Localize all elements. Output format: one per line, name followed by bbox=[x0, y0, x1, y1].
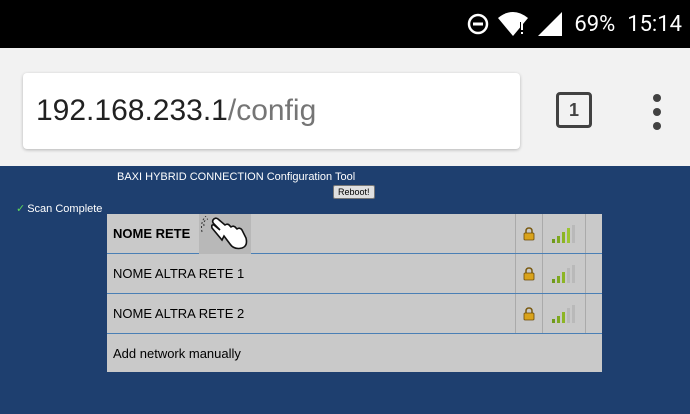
data-saver-icon bbox=[466, 12, 490, 36]
signal-strength-icon bbox=[542, 294, 586, 333]
config-page: BAXI HYBRID CONNECTION Configuration Too… bbox=[0, 166, 690, 414]
more-vert-icon[interactable] bbox=[645, 92, 669, 132]
network-name: NOME ALTRA RETE 2 bbox=[113, 306, 245, 321]
status-bar: 69% 15:14 bbox=[0, 0, 690, 48]
add-network-label: Add network manually bbox=[113, 345, 241, 361]
cell-signal-icon bbox=[536, 10, 564, 38]
scan-status-label: Scan Complete bbox=[27, 203, 103, 215]
hand-pointer-icon bbox=[199, 214, 251, 254]
network-name: NOME ALTRA RETE 1 bbox=[113, 266, 245, 281]
network-name: NOME RETE bbox=[113, 226, 191, 241]
network-row[interactable]: NOME ALTRA RETE 1 bbox=[107, 254, 602, 294]
url-path: /config bbox=[227, 94, 317, 127]
lock-icon bbox=[515, 214, 542, 253]
browser-toolbar: 192.168.233.1/config 1 bbox=[0, 48, 690, 166]
network-row[interactable]: NOME RETE bbox=[107, 214, 602, 254]
add-network-row[interactable]: Add network manually bbox=[107, 334, 602, 372]
page-title: BAXI HYBRID CONNECTION Configuration Too… bbox=[117, 171, 356, 183]
reboot-button[interactable]: Reboot! bbox=[333, 185, 375, 199]
scan-status: ✓ Scan Complete bbox=[16, 202, 102, 215]
url-host: 192.168.233.1 bbox=[36, 94, 228, 127]
status-icons: 69% 15:14 bbox=[466, 0, 682, 48]
wifi-alert-icon bbox=[496, 10, 530, 38]
tab-count: 1 bbox=[568, 99, 579, 120]
network-list: NOME RETE NOME ALTRA RETE 1 NOME ALTRA R… bbox=[107, 214, 602, 372]
signal-strength-icon bbox=[542, 214, 586, 253]
clock: 15:14 bbox=[627, 11, 682, 37]
check-icon: ✓ bbox=[16, 203, 26, 215]
lock-icon bbox=[515, 254, 542, 293]
battery-percent: 69% bbox=[574, 11, 616, 37]
lock-icon bbox=[515, 294, 542, 333]
url-bar[interactable]: 192.168.233.1/config bbox=[23, 73, 520, 149]
tab-switcher-button[interactable]: 1 bbox=[556, 92, 592, 128]
signal-strength-icon bbox=[542, 254, 586, 293]
network-row[interactable]: NOME ALTRA RETE 2 bbox=[107, 294, 602, 334]
